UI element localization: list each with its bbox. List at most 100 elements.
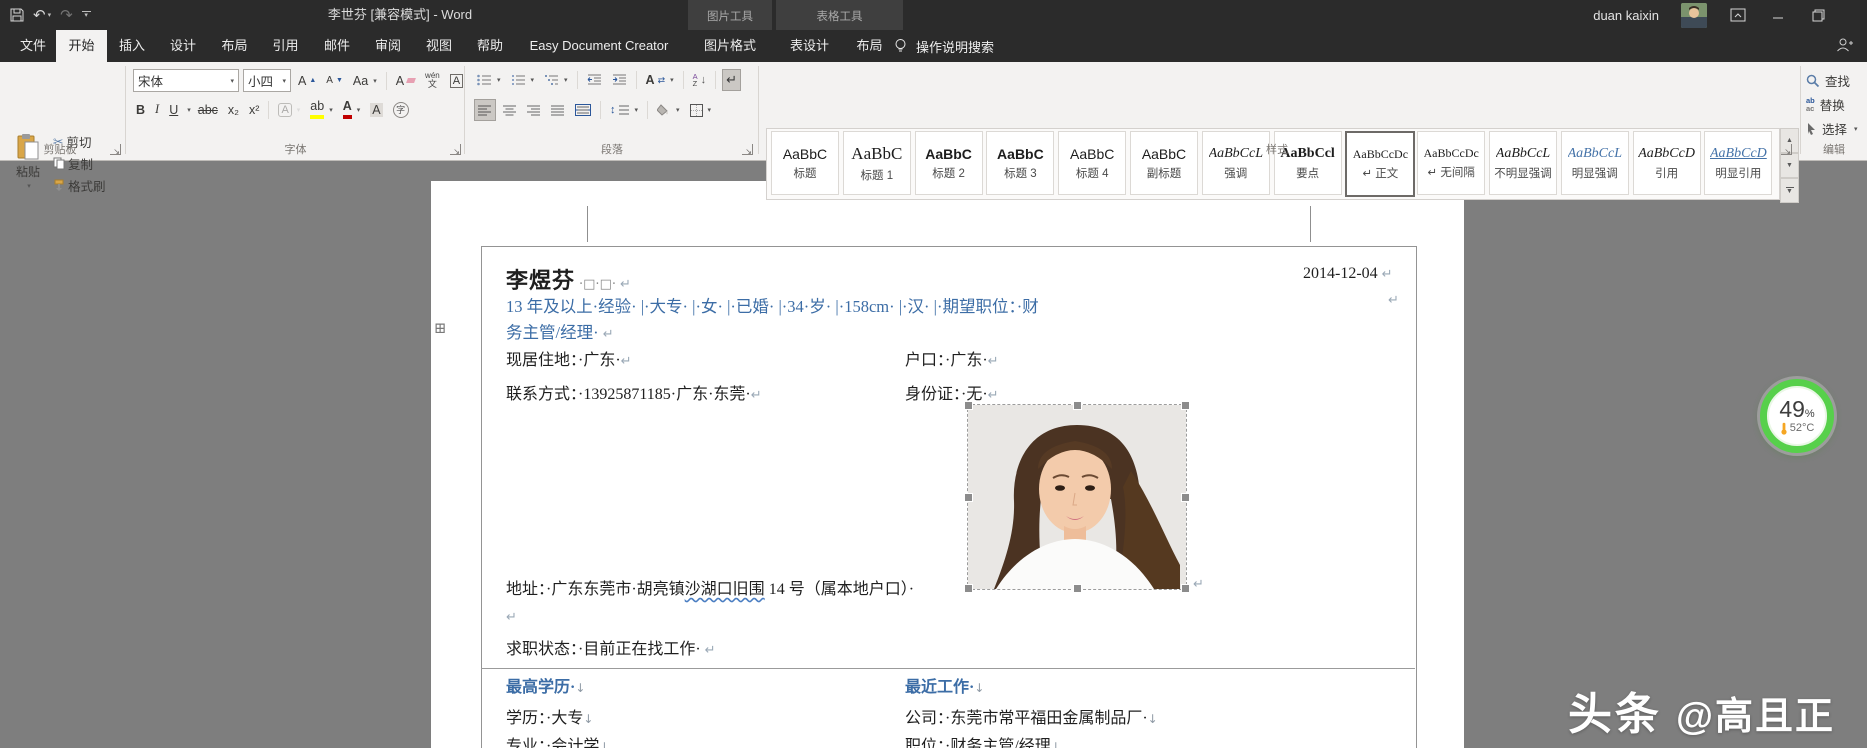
style-name: 标题 4 xyxy=(1075,167,1109,180)
customize-quick-access-button[interactable]: ▾ xyxy=(81,11,91,19)
portrait-photo[interactable] xyxy=(964,401,1190,593)
select-label: 选择 xyxy=(1822,123,1848,137)
tab-layout[interactable]: 布局 xyxy=(217,30,252,62)
clipboard-group-label: 剪贴板 xyxy=(43,144,77,156)
select-button[interactable]: 选择 ▾ xyxy=(1806,119,1858,138)
paragraph-dialog-launcher[interactable]: ↘ xyxy=(742,144,753,156)
user-avatar[interactable] xyxy=(1681,2,1707,28)
enclose-characters-button[interactable]: 字 xyxy=(390,99,412,120)
phonetic-guide-button[interactable]: wén 文 xyxy=(422,70,443,91)
italic-button[interactable]: I xyxy=(152,99,162,120)
underline-caret-icon[interactable]: ▾ xyxy=(187,106,191,114)
font-color-button[interactable]: A ▾ xyxy=(340,99,364,120)
replace-button[interactable]: ab ac 替换 xyxy=(1806,95,1845,114)
change-case-button[interactable]: Aa ▾ xyxy=(350,70,380,91)
watermark-brand: 头条 xyxy=(1567,690,1662,739)
styles-dialog-launcher[interactable]: ↘ xyxy=(1781,144,1792,156)
tab-table-design[interactable]: 表设计 xyxy=(785,30,834,62)
tab-help[interactable]: 帮助 xyxy=(472,30,508,62)
align-left-button[interactable] xyxy=(474,99,496,121)
multilevel-list-button[interactable]: ▾ xyxy=(541,70,571,91)
shading-button[interactable]: ▾ xyxy=(654,100,683,121)
info-cell-left: 现居住地：·广东·↵ xyxy=(506,346,632,370)
format-painter-button[interactable]: 格式刷 xyxy=(50,175,109,196)
clipboard-dialog-launcher[interactable]: ↘ xyxy=(110,144,121,156)
tab-references[interactable]: 引用 xyxy=(268,30,303,62)
font-size-combo[interactable]: 小四 ▾ xyxy=(243,69,291,92)
resize-handle[interactable] xyxy=(964,493,973,502)
justify-button[interactable] xyxy=(548,100,568,121)
align-right-button[interactable] xyxy=(524,100,544,121)
tell-me-search[interactable]: 操作说明搜索 xyxy=(893,30,994,62)
resize-handle[interactable] xyxy=(964,584,973,593)
distribute-button[interactable] xyxy=(572,100,594,121)
bold-button[interactable]: B xyxy=(133,99,148,120)
paragraph-row-1: ▾ ▾ ▾ A ⇄ ▾ A Z ↓ ↵ xyxy=(474,69,742,91)
shrink-font-button[interactable]: A ▼ xyxy=(323,70,346,91)
resume-info-rows: 现居住地：·广东·↵ 户口：·广东·↵ 联系方式：·13925871185·广东·东… xyxy=(506,346,1406,414)
resize-handle[interactable] xyxy=(1073,401,1082,410)
customize-caret-icon: ▾ xyxy=(84,12,88,19)
resize-handle[interactable] xyxy=(964,401,973,410)
sort-button[interactable]: AZ ↓ xyxy=(690,70,710,91)
section-row-text: 专业：·会计学 xyxy=(506,738,600,748)
tab-picture-format[interactable]: 图片格式 xyxy=(696,30,764,62)
clear-formatting-button[interactable]: A xyxy=(393,70,418,91)
paste-button[interactable]: 粘贴 ▾ xyxy=(8,129,48,199)
tab-table-layout[interactable]: 布局 xyxy=(851,30,888,62)
subscript-button[interactable]: x₂ xyxy=(225,99,242,120)
line-spacing-button[interactable]: ↕ ▾ xyxy=(607,100,641,121)
grow-font-button[interactable]: A ▲ xyxy=(295,70,319,91)
tab-review[interactable]: 审阅 xyxy=(370,30,406,62)
numbering-button[interactable]: ▾ xyxy=(508,70,538,91)
resize-handle[interactable] xyxy=(1181,584,1190,593)
align-center-button[interactable] xyxy=(500,100,520,121)
font-name-combo[interactable]: 宋体 ▾ xyxy=(133,69,239,92)
asian-layout-button[interactable]: A ⇄ ▾ xyxy=(643,70,677,91)
resize-handle[interactable] xyxy=(1181,493,1190,502)
redo-button[interactable]: ↷ xyxy=(60,8,73,23)
restore-button[interactable] xyxy=(1809,6,1827,24)
info-cell-right: 户口：·广东·↵ xyxy=(905,346,999,370)
underline-button[interactable]: U xyxy=(166,99,181,120)
decrease-indent-button[interactable] xyxy=(584,70,605,91)
borders-button[interactable]: ▾ xyxy=(687,100,715,121)
signed-in-user[interactable]: duan kaixin xyxy=(1593,8,1659,23)
tab-design[interactable]: 设计 xyxy=(165,30,201,62)
resize-handle[interactable] xyxy=(1181,401,1190,410)
strikethrough-button[interactable]: abc xyxy=(195,99,221,120)
tab-easy-document-creator[interactable]: Easy Document Creator xyxy=(524,30,674,62)
ribbon-display-options-button[interactable] xyxy=(1729,6,1747,24)
temperature-battery-widget[interactable]: 49 % 52°C xyxy=(1760,379,1834,453)
share-person-icon[interactable] xyxy=(1836,37,1853,54)
align-left-icon xyxy=(478,105,491,115)
highlight-color-button[interactable]: ab ▾ xyxy=(307,99,335,120)
section-row: 职位：·财务主管/经理↓ xyxy=(905,732,1061,748)
character-shading-button[interactable]: A xyxy=(367,99,385,120)
superscript-button[interactable]: x² xyxy=(246,99,262,120)
minimize-button[interactable] xyxy=(1769,6,1787,24)
undo-caret-icon[interactable]: ▾ xyxy=(48,12,52,19)
document-page[interactable]: 李煜芬 ·□·□· ↵ 2014-12-04 ↵ ↵ 13 年及以上·经验· |… xyxy=(431,181,1464,748)
resize-handle[interactable] xyxy=(1073,584,1082,593)
styles-group-label: 样式 xyxy=(1266,144,1288,156)
show-hide-marks-button[interactable]: ↵ xyxy=(722,69,742,91)
save-icon[interactable] xyxy=(10,8,24,22)
font-dialog-launcher[interactable]: ↘ xyxy=(450,144,461,156)
increase-indent-button[interactable] xyxy=(609,70,630,91)
table-move-handle[interactable]: ⊞ xyxy=(434,322,449,337)
tab-home[interactable]: 开始 xyxy=(56,30,107,62)
info-text: 户口：·广东· xyxy=(905,352,988,369)
bullets-button[interactable]: ▾ xyxy=(474,70,504,91)
redo-icon: ↷ xyxy=(60,6,73,24)
font-name-value: 宋体 xyxy=(138,75,164,89)
tab-view[interactable]: 视图 xyxy=(421,30,457,62)
text-effects-button[interactable]: A ▾ xyxy=(275,99,303,120)
tab-mailings[interactable]: 邮件 xyxy=(319,30,355,62)
tab-file[interactable]: 文件 xyxy=(14,30,52,62)
tab-insert[interactable]: 插入 xyxy=(114,30,150,62)
find-button[interactable]: 查找 xyxy=(1806,71,1850,90)
styles-more-button[interactable]: ▼ xyxy=(1780,178,1799,203)
undo-button[interactable]: ↶ ▾ xyxy=(33,8,51,23)
font-row-2: B I U ▾ abc x₂ x² A ▾ ab ▾ A ▾ A 字 xyxy=(133,99,412,120)
